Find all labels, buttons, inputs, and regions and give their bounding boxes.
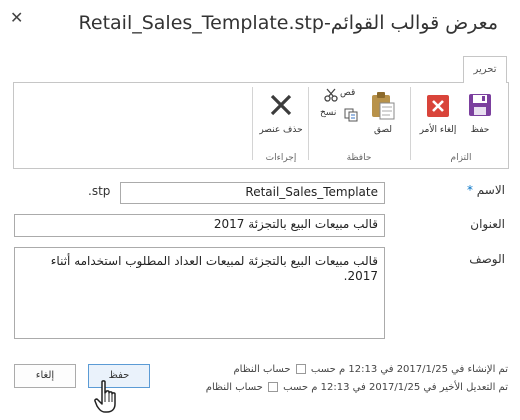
group-label-clipboard: حافظة (346, 153, 372, 163)
name-suffix: .stp (88, 184, 111, 198)
save-icon (469, 94, 491, 116)
modified-text: تم التعديل الأخير في 2017/1/25 في 12:13 … (283, 382, 508, 393)
group-separator (410, 87, 411, 160)
created-info: تم الإنشاء في 2017/1/25 في 12:13 م حسب ح… (233, 364, 508, 375)
group-separator (252, 87, 253, 160)
cancel-ribbon-button[interactable]: إلغاء الأمر (416, 89, 460, 139)
user-checkbox-icon (267, 382, 278, 392)
group-label-actions: إجراءات (265, 153, 297, 163)
delete-item-ribbon-button[interactable]: حذف عنصر (258, 91, 304, 141)
copy-ribbon-label: نسخ (320, 108, 337, 118)
created-user[interactable]: حساب النظام (233, 364, 290, 375)
cancel-x-icon (427, 95, 449, 117)
delete-item-ribbon-label: حذف عنصر (259, 125, 303, 135)
created-text: تم الإنشاء في 2017/1/25 في 12:13 م حسب (310, 364, 508, 375)
user-checkbox-icon (295, 364, 306, 374)
group-label-commit: التزام (450, 153, 472, 163)
hand-cursor-icon (94, 380, 116, 413)
copy-ribbon-button[interactable]: نسخ (318, 107, 362, 123)
delete-x-icon (270, 94, 292, 116)
cut-ribbon-button[interactable]: قص (322, 87, 362, 103)
copy-icon (344, 108, 358, 122)
paste-ribbon-button[interactable]: لصق (366, 87, 400, 141)
save-ribbon-button[interactable]: حفظ (462, 89, 498, 139)
cut-ribbon-label: قص (340, 88, 356, 98)
description-label: الوصف (469, 252, 505, 266)
modified-info: تم التعديل الأخير في 2017/1/25 في 12:13 … (206, 382, 508, 393)
tab-edit[interactable]: تحرير (463, 56, 507, 83)
close-icon[interactable]: ✕ (10, 8, 23, 27)
description-textarea[interactable]: قالب مبيعات البيع بالتجزئة لمبيعات العدا… (14, 247, 385, 339)
title-label: العنوان (470, 217, 505, 231)
ribbon: حفظ إلغاء الأمر التزام لصق قص نسخ حافظة … (13, 82, 509, 169)
name-label: الاسم * (467, 183, 505, 197)
required-asterisk: * (466, 183, 473, 197)
paste-icon (372, 92, 395, 120)
dialog-title: معرض قوالب القوائم-Retail_Sales_Template… (78, 12, 498, 34)
modified-user[interactable]: حساب النظام (206, 382, 263, 393)
group-separator (308, 87, 309, 160)
title-input[interactable]: قالب مبيعات البيع بالتجزئة 2017 (14, 214, 385, 237)
cancel-ribbon-label: إلغاء الأمر (419, 125, 457, 135)
paste-ribbon-label: لصق (373, 125, 393, 135)
scissors-icon (324, 88, 338, 102)
save-ribbon-label: حفظ (470, 125, 490, 135)
cancel-button[interactable]: إلغاء (14, 364, 76, 388)
name-input[interactable]: Retail_Sales_Template (120, 182, 385, 204)
name-label-text: الاسم (476, 183, 505, 197)
